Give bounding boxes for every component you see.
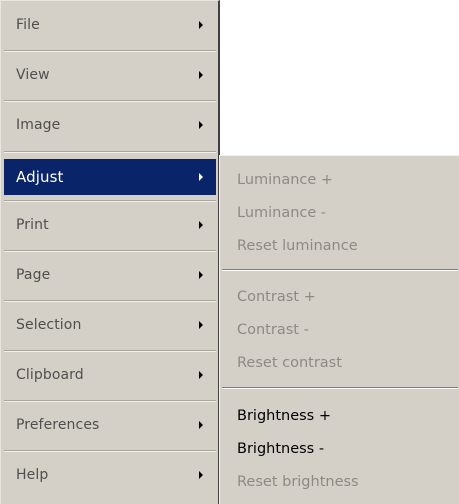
submenu-arrow-icon (199, 173, 203, 181)
submenu-item-label: Brightness - (237, 441, 325, 457)
submenu-item-label: Contrast - (237, 322, 309, 338)
menu-item-image[interactable]: Image (4, 106, 216, 144)
menu-item-page[interactable]: Page (4, 256, 216, 294)
submenu-item-label: Brightness + (237, 408, 331, 424)
menu-item-label: File (16, 17, 40, 33)
menu-separator (4, 400, 216, 402)
adjust-submenu: Luminance + Luminance - Reset luminance … (219, 155, 459, 504)
submenu-arrow-icon (199, 421, 203, 429)
submenu-arrow-icon (199, 71, 203, 79)
submenu-item-reset-luminance[interactable]: Reset luminance (220, 231, 458, 261)
submenu-item-label: Reset brightness (237, 474, 359, 490)
submenu-item-label: Luminance + (237, 172, 334, 188)
submenu-arrow-icon (199, 471, 203, 479)
submenu-item-label: Luminance - (237, 205, 327, 221)
menu-item-clipboard[interactable]: Clipboard (4, 356, 216, 394)
submenu-item-contrast-minus[interactable]: Contrast - (220, 315, 458, 345)
menu-item-adjust[interactable]: Adjust (4, 159, 216, 195)
menu-separator (4, 151, 216, 153)
submenu-item-brightness-plus[interactable]: Brightness + (220, 401, 458, 431)
menu-item-preferences[interactable]: Preferences (4, 406, 216, 444)
menu-item-label: Print (16, 217, 49, 233)
menu-item-label: Clipboard (16, 367, 84, 383)
submenu-separator (222, 269, 458, 271)
submenu-item-reset-brightness[interactable]: Reset brightness (220, 467, 458, 497)
submenu-item-reset-contrast[interactable]: Reset contrast (220, 348, 458, 378)
menu-item-label: Help (16, 467, 49, 483)
menu-item-view[interactable]: View (4, 56, 216, 94)
submenu-item-luminance-minus[interactable]: Luminance - (220, 198, 458, 228)
menu-item-label: Image (16, 117, 61, 133)
menu-separator (4, 200, 216, 202)
menu-item-selection[interactable]: Selection (4, 306, 216, 344)
submenu-arrow-icon (199, 121, 203, 129)
menu-item-label: Selection (16, 317, 82, 333)
menu-separator (4, 350, 216, 352)
menu-separator (4, 300, 216, 302)
menu-separator (4, 250, 216, 252)
menu-item-print[interactable]: Print (4, 206, 216, 244)
submenu-arrow-icon (199, 221, 203, 229)
menu-separator (4, 50, 216, 52)
submenu-arrow-icon (199, 371, 203, 379)
menu-item-help[interactable]: Help (4, 456, 216, 494)
context-menu-screen: File View Image Adjust Print Page Select… (0, 0, 459, 504)
submenu-item-brightness-minus[interactable]: Brightness - (220, 434, 458, 464)
menu-item-label: Page (16, 267, 51, 283)
menu-separator (4, 100, 216, 102)
submenu-item-label: Contrast + (237, 289, 316, 305)
submenu-item-contrast-plus[interactable]: Contrast + (220, 282, 458, 312)
menu-item-label: View (16, 67, 50, 83)
main-menu: File View Image Adjust Print Page Select… (0, 0, 220, 504)
submenu-item-luminance-plus[interactable]: Luminance + (220, 165, 458, 195)
menu-item-file[interactable]: File (4, 6, 216, 44)
submenu-arrow-icon (199, 321, 203, 329)
submenu-separator (222, 387, 458, 389)
submenu-item-label: Reset contrast (237, 355, 342, 371)
menu-separator (4, 450, 216, 452)
submenu-arrow-icon (199, 21, 203, 29)
menu-item-label: Preferences (16, 417, 100, 433)
menu-item-label: Adjust (16, 168, 64, 186)
submenu-arrow-icon (199, 271, 203, 279)
submenu-item-label: Reset luminance (237, 238, 358, 254)
